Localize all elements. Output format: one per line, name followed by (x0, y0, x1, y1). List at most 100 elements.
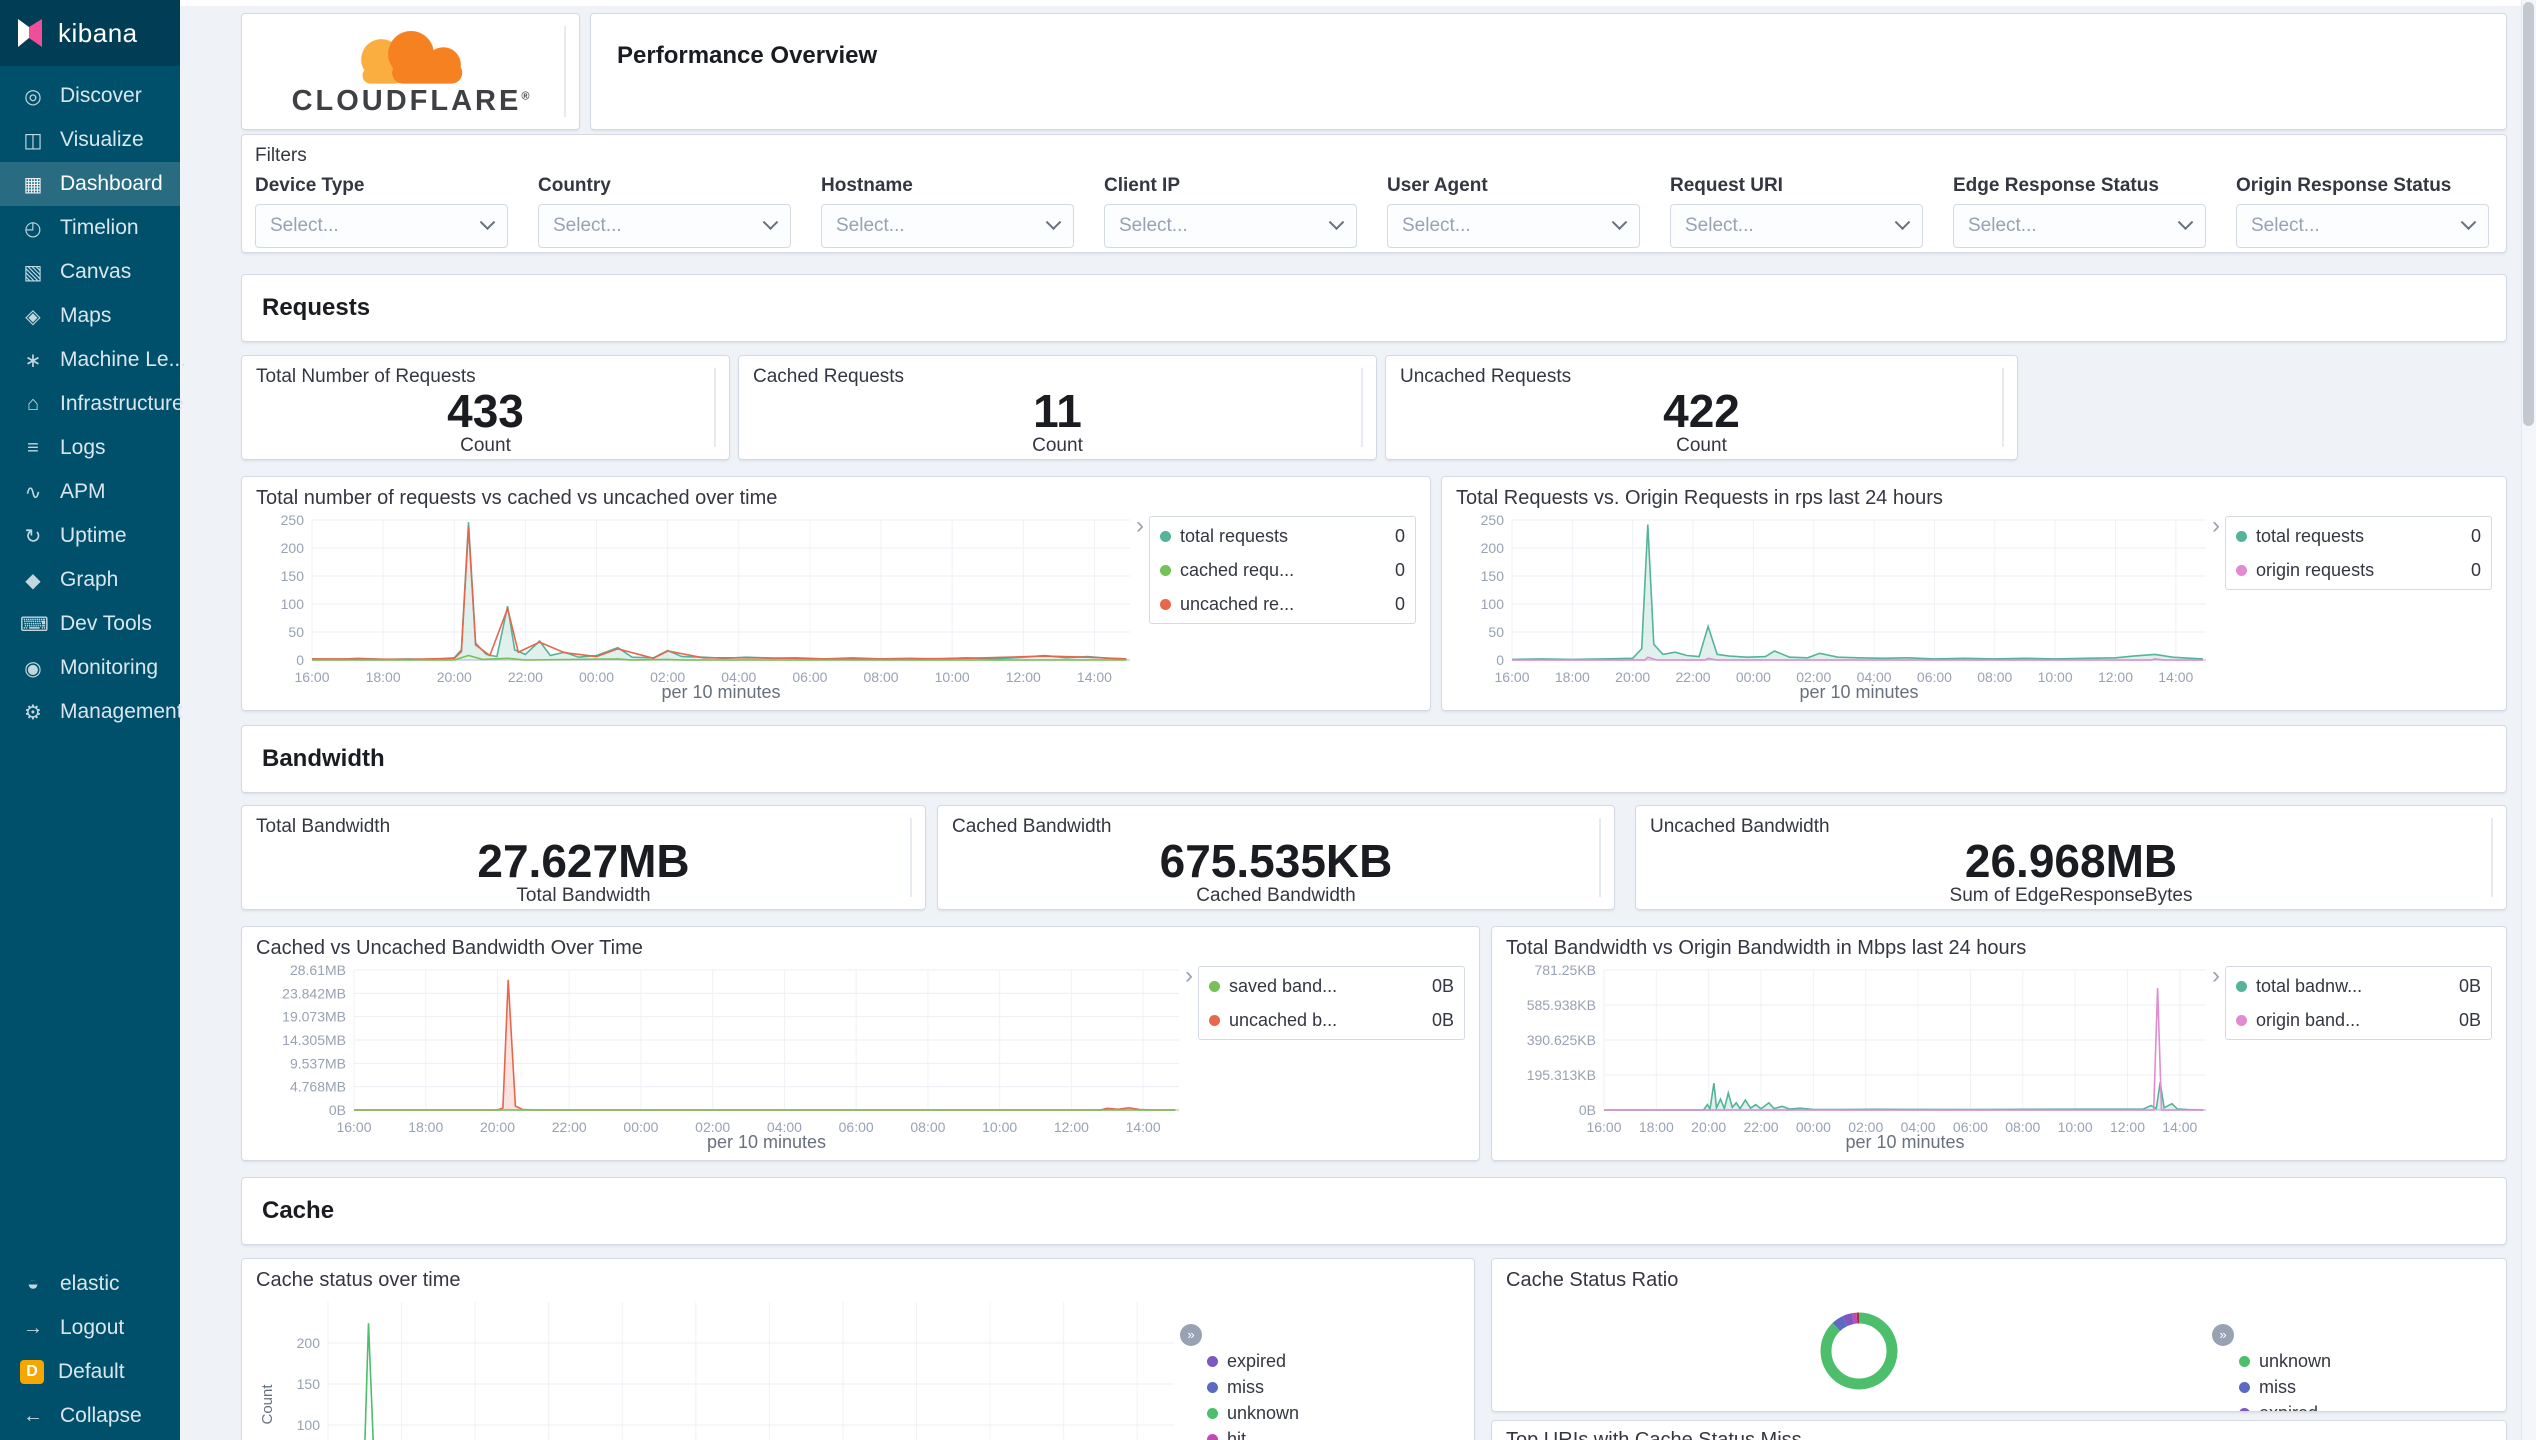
sidebar-item-timelion[interactable]: ◴ Timelion (0, 206, 180, 250)
panel-resize-handle[interactable] (1361, 368, 1363, 447)
scrollbar-thumb[interactable] (2523, 2, 2534, 426)
panel-resize-handle[interactable] (714, 368, 716, 447)
legend-item[interactable]: expired (2239, 1400, 2492, 1411)
kibana-logo[interactable]: kibana (0, 0, 180, 66)
legend-label: origin band... (2256, 1009, 2361, 1030)
sidebar-item-discover[interactable]: ◎ Discover (0, 74, 180, 118)
sidebar-item-label: Machine Le... (60, 348, 187, 371)
sidebar-item-elastic[interactable]: ◒ elastic (0, 1262, 180, 1306)
chart-canvas[interactable]: 16:0018:0020:0022:0000:0002:0004:0006:00… (1456, 512, 2212, 706)
panel-resize-handle[interactable] (564, 26, 566, 117)
legend-value: 0 (2470, 559, 2481, 580)
sidebar-item-apm[interactable]: ∿ APM (0, 470, 180, 514)
chart-canvas[interactable]: 16:0018:0020:0022:0000:0002:0004:0006:00… (256, 1294, 1180, 1440)
svg-text:12:00: 12:00 (1006, 669, 1041, 685)
sidebar-item-collapse[interactable]: ← Collapse (0, 1394, 180, 1438)
sidebar-item-uptime[interactable]: ↻ Uptime (0, 514, 180, 558)
registered-mark: ® (521, 90, 530, 103)
sidebar-item-visualize[interactable]: ◫ Visualize (0, 118, 180, 162)
filter-select-client-ip[interactable]: Select... (1104, 204, 1357, 248)
select-placeholder: Select... (1685, 215, 1754, 236)
sidebar: kibana ◎ Discover ◫ Visualize ▦ Dashboard ◴ Tim… (0, 0, 186, 1440)
legend-item[interactable]: saved band... 0B (1209, 969, 1454, 1003)
legend-item[interactable]: origin band... 0B (2236, 1003, 2481, 1037)
filter-select-origin-response-status[interactable]: Select... (2236, 204, 2489, 248)
filter-client-ip: Client IP Select... (1104, 175, 1357, 248)
legend-color-dot (2239, 1381, 2250, 1393)
collapse-icon: ← (23, 1404, 43, 1427)
legend-color-dot (1207, 1407, 1218, 1419)
logs-icon: ≡ (27, 436, 39, 459)
legend-toggle-icon[interactable]: » (2212, 1324, 2234, 1346)
filter-select-hostname[interactable]: Select... (821, 204, 1074, 248)
sidebar-item-management[interactable]: ⚙ Management (0, 690, 183, 734)
donut-chart-canvas[interactable] (1506, 1294, 2212, 1407)
sidebar-item-dev-tools[interactable]: ⌨ Dev Tools (0, 602, 180, 646)
chart-canvas[interactable]: 16:0018:0020:0022:0000:0002:0004:0006:00… (1506, 962, 2212, 1156)
sidebar-item-default[interactable]: D Default (0, 1350, 180, 1394)
elastic-icon: ◒ (26, 1272, 40, 1295)
legend-item[interactable]: origin requests 0 (2236, 553, 2481, 587)
filter-label: Country (538, 175, 611, 196)
panel-resize-handle[interactable] (1599, 818, 1601, 897)
sidebar-item-infrastructure[interactable]: ⌂ Infrastructure (0, 382, 184, 426)
legend-toggle-icon[interactable]: » (1180, 1324, 1202, 1346)
chart-legend: »expiredmissunknownhitrevalidated (1180, 1294, 1460, 1440)
sidebar-item-canvas[interactable]: ▧ Canvas (0, 250, 180, 294)
filter-select-user-agent[interactable]: Select... (1387, 204, 1640, 248)
legend-item[interactable]: uncached re... 0 (1160, 587, 1405, 621)
filter-select-request-uri[interactable]: Select... (1670, 204, 1923, 248)
panel-resize-handle[interactable] (2002, 368, 2004, 447)
management-icon: ⚙ (24, 701, 42, 724)
svg-text:16:00: 16:00 (336, 1119, 371, 1135)
sidebar-item-graph[interactable]: ◆ Graph (0, 558, 180, 602)
sidebar-item-dashboard[interactable]: ▦ Dashboard (0, 162, 180, 206)
svg-text:20:00: 20:00 (1691, 1119, 1726, 1135)
legend-color-dot (1209, 1014, 1220, 1026)
legend-label: hit (1227, 1428, 1247, 1440)
chart-canvas[interactable]: 16:0018:0020:0022:0000:0002:0004:0006:00… (256, 962, 1185, 1156)
chart-legend: › total requests 0 cached requ... 0 uncached … (1136, 512, 1416, 706)
sidebar-item-label: Visualize (60, 128, 144, 151)
legend-item[interactable]: cached requ... 0 (1160, 553, 1405, 587)
filter-select-edge-response-status[interactable]: Select... (1953, 204, 2206, 248)
chart-canvas[interactable]: 16:0018:0020:0022:0000:0002:0004:0006:00… (256, 512, 1136, 706)
maps-icon: ◈ (25, 305, 41, 328)
legend-item[interactable]: total requests 0 (1160, 519, 1405, 553)
legend-item[interactable]: miss (1207, 1374, 1460, 1400)
legend-item[interactable]: total badnw... 0B (2236, 969, 2481, 1003)
svg-text:00:00: 00:00 (1736, 669, 1771, 685)
svg-text:06:00: 06:00 (1917, 669, 1952, 685)
legend-toggle-icon[interactable]: › (2212, 964, 2220, 988)
sidebar-item-machine-le[interactable]: ∗ Machine Le... (0, 338, 186, 382)
legend-toggle-icon[interactable]: › (2212, 514, 2220, 538)
legend-toggle-icon[interactable]: › (1136, 514, 1144, 538)
panel-resize-handle[interactable] (910, 818, 912, 897)
legend-item[interactable]: hit (1207, 1426, 1460, 1440)
sidebar-item-logout[interactable]: → Logout (0, 1306, 180, 1350)
filter-select-country[interactable]: Select... (538, 204, 791, 248)
legend-item[interactable]: uncached b... 0B (1209, 1003, 1454, 1037)
sidebar-item-monitoring[interactable]: ◉ Monitoring (0, 646, 180, 690)
svg-text:12:00: 12:00 (1054, 1119, 1089, 1135)
metric-uncached-requests: Uncached Requests 422 Count (1385, 355, 2018, 460)
legend-item[interactable]: unknown (1207, 1400, 1460, 1426)
scrollbar-track[interactable] (2521, 0, 2536, 1440)
svg-text:781.25KB: 781.25KB (1535, 962, 1597, 978)
svg-text:28.61MB: 28.61MB (290, 962, 346, 978)
filter-select-device-type[interactable]: Select... (255, 204, 508, 248)
sidebar-item-logs[interactable]: ≡ Logs (0, 426, 180, 470)
sidebar-item-maps[interactable]: ◈ Maps (0, 294, 180, 338)
legend-item[interactable]: total requests 0 (2236, 519, 2481, 553)
legend-label: total badnw... (2256, 975, 2363, 996)
legend-item[interactable]: unknown (2239, 1348, 2492, 1374)
panel-resize-handle[interactable] (2491, 818, 2493, 897)
legend-item[interactable]: expired (1207, 1348, 1460, 1374)
legend-toggle-icon[interactable]: › (1185, 964, 1193, 988)
svg-text:16:00: 16:00 (1494, 669, 1529, 685)
bandwidth-charts-row: Cached vs Uncached Bandwidth Over Time 1… (241, 926, 2507, 1161)
legend-item[interactable]: miss (2239, 1374, 2492, 1400)
chevron-down-icon (2460, 213, 2477, 230)
legend-label: miss (1227, 1376, 1264, 1397)
sidebar-item-label: Default (58, 1360, 125, 1383)
